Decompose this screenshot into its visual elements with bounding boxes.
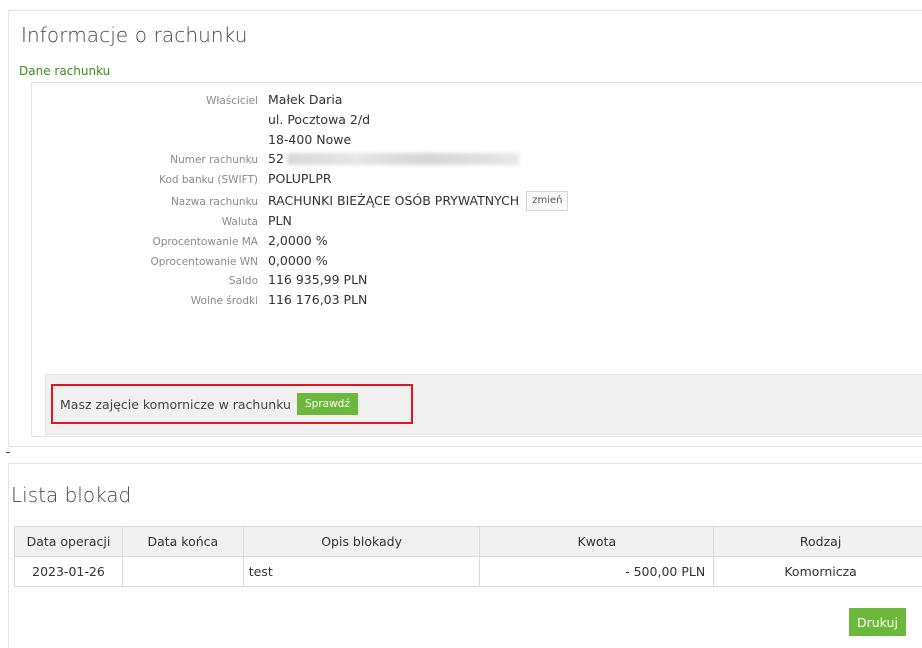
interest-ma-value: 2,0000 % [268, 232, 328, 248]
account-name-value: RACHUNKI BIEŻĄCE OSÓB PRYWATNYCH [268, 193, 520, 209]
account-details-box: Właściciel Małek Daria ul. Pocztowa 2/d … [31, 82, 922, 437]
owner-value: Małek Daria [268, 92, 343, 107]
swift-label: Kod banku (SWIFT) [159, 174, 258, 187]
cell-description: test [242, 556, 481, 587]
currency-row: Waluta PLN [32, 213, 632, 233]
seizure-alert-text: Masz zajęcie komornicze w rachunku [60, 396, 291, 412]
address-city-value: 18-400 Nowe [268, 131, 352, 147]
balance-row: Saldo 116 935,99 PLN [32, 272, 632, 292]
currency-value: PLN [268, 212, 292, 228]
locks-title: Lista blokad [11, 483, 132, 507]
account-info-panel: Informacje o rachunku Dane rachunku Właś… [8, 10, 922, 447]
col-type[interactable]: Rodzaj [713, 526, 922, 557]
address-street-row: ul. Pocztowa 2/d [32, 112, 632, 132]
owner-label: Właściciel [205, 95, 258, 107]
col-operation-date[interactable]: Data operacji [14, 526, 123, 557]
print-button[interactable]: Drukuj [849, 608, 906, 636]
account-number-value: 52 [268, 151, 519, 166]
account-name-row: Nazwa rachunku RACHUNKI BIEŻĄCE OSÓB PRY… [32, 190, 632, 213]
interest-ma-label: Oprocentowanie MA [152, 235, 258, 248]
interest-wn-value: 0,0000 % [268, 252, 328, 268]
account-name-label: Nazwa rachunku [170, 196, 258, 209]
col-end-date[interactable]: Data końca [121, 526, 244, 557]
swift-value: POLUPLPR [268, 171, 332, 187]
currency-label: Waluta [221, 215, 258, 228]
account-details-list: Właściciel Małek Daria ul. Pocztowa 2/d … [32, 92, 632, 312]
cell-end-date [121, 556, 244, 587]
separator-mark [6, 452, 10, 453]
swift-row: Kod banku (SWIFT) POLUPLPR [32, 171, 632, 191]
col-description[interactable]: Opis blokady [242, 526, 481, 557]
locks-header-row: Data operacji Data końca Opis blokady Kw… [14, 526, 922, 557]
locks-panel: Lista blokad Data operacji Data końca Op… [8, 463, 922, 648]
cell-operation-date: 2023-01-26 [14, 556, 123, 587]
available-funds-label: Wolne środki [190, 295, 258, 308]
table-row[interactable]: 2023-01-26 test - 500,00 PLN Komornicza [14, 556, 922, 587]
check-seizure-button[interactable]: Sprawdź [296, 393, 358, 415]
interest-ma-row: Oprocentowanie MA 2,0000 % [32, 233, 632, 253]
balance-label: Saldo [228, 275, 258, 288]
interest-wn-label: Oprocentowanie WN [150, 255, 259, 268]
interest-wn-row: Oprocentowanie WN 0,0000 % [32, 253, 632, 273]
col-amount[interactable]: Kwota [479, 526, 715, 557]
address-city-row: 18-400 Nowe [32, 132, 632, 152]
seizure-alert-area: Masz zajęcie komornicze w rachunku Spraw… [45, 374, 922, 435]
owner-row: Właściciel Małek Daria [32, 92, 632, 112]
available-funds-row: Wolne środki 116 176,03 PLN [32, 292, 632, 312]
account-number-prefix: 52 [268, 151, 284, 167]
cell-amount: - 500,00 PLN [479, 556, 715, 587]
address-street-value: ul. Pocztowa 2/d [268, 111, 371, 127]
change-account-name-button[interactable]: zmień [526, 190, 569, 211]
account-name-value-wrap: RACHUNKI BIEŻĄCE OSÓB PRYWATNYCH zmień [268, 190, 569, 211]
cell-type: Komornicza [713, 556, 922, 587]
account-number-label: Numer rachunku [170, 154, 258, 167]
account-number-row: Numer rachunku 52 [32, 151, 632, 171]
seizure-alert-box: Masz zajęcie komornicze w rachunku Spraw… [51, 384, 413, 424]
locks-table: Data operacji Data końca Opis blokady Kw… [14, 526, 922, 587]
balance-value: 116 935,99 PLN [268, 272, 368, 288]
available-funds-value: 116 176,03 PLN [268, 292, 368, 308]
account-number-redacted [286, 152, 519, 165]
account-data-subtitle: Dane rachunku [19, 64, 111, 78]
page-title: Informacje o rachunku [21, 23, 248, 47]
